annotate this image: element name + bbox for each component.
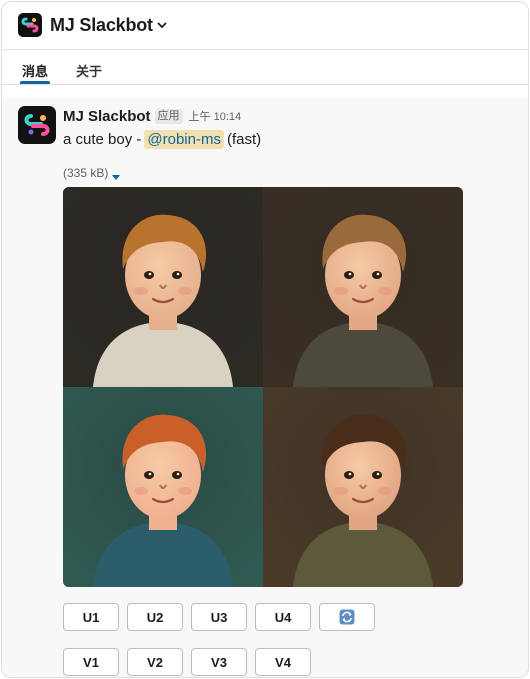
tab-bar: 消息 关于	[2, 49, 528, 85]
boy-portrait-2[interactable]	[263, 187, 463, 387]
app-logo-icon	[18, 13, 42, 37]
channel-title[interactable]: MJ Slackbot	[50, 15, 153, 36]
upscale-button-u1[interactable]: U1	[63, 603, 119, 631]
boy-portrait-1[interactable]	[63, 187, 263, 387]
app-badge: 应用	[154, 108, 183, 124]
file-size-label: (335 kB)	[63, 166, 109, 180]
message-item: MJ Slackbot 应用 上午 10:14 a cute boy - @ro…	[2, 98, 528, 677]
upscale-button-row: U1 U2 U3 U4	[63, 603, 383, 631]
prompt-text: a cute boy -	[63, 130, 142, 148]
upscale-button-u4[interactable]: U4	[255, 603, 311, 631]
variation-button-v1[interactable]: V1	[63, 648, 119, 676]
tab-messages[interactable]: 消息	[19, 50, 51, 84]
boy-portrait-4[interactable]	[263, 387, 463, 587]
sender-name[interactable]: MJ Slackbot	[63, 108, 151, 125]
channel-header: MJ Slackbot	[2, 2, 528, 48]
upscale-button-u2[interactable]: U2	[127, 603, 183, 631]
upscale-button-u3[interactable]: U3	[191, 603, 247, 631]
caret-down-icon[interactable]	[112, 170, 121, 180]
tab-about[interactable]: 关于	[76, 50, 102, 84]
file-size[interactable]: (335 kB)	[63, 166, 121, 180]
reroll-button[interactable]	[319, 603, 375, 631]
user-mention[interactable]: @robin-ms	[144, 129, 224, 149]
variation-button-v3[interactable]: V3	[191, 648, 247, 676]
boy-portrait-3[interactable]	[63, 387, 263, 587]
dm-window: MJ Slackbot 消息 关于 MJ Slackbot 应用 上午 10:1…	[1, 1, 529, 678]
chevron-down-icon[interactable]	[157, 21, 167, 31]
refresh-icon	[339, 609, 355, 625]
generated-image-grid[interactable]	[63, 187, 463, 587]
bot-avatar[interactable]	[18, 106, 56, 144]
message-text: a cute boy - @robin-ms (fast)	[63, 128, 261, 150]
message-header: MJ Slackbot 应用 上午 10:14	[63, 107, 241, 125]
variation-button-v4[interactable]: V4	[255, 648, 311, 676]
timestamp[interactable]: 上午 10:14	[189, 108, 242, 124]
variation-button-v2[interactable]: V2	[127, 648, 183, 676]
variation-button-row: V1 V2 V3 V4	[63, 648, 319, 676]
speed-text: (fast)	[226, 130, 262, 148]
